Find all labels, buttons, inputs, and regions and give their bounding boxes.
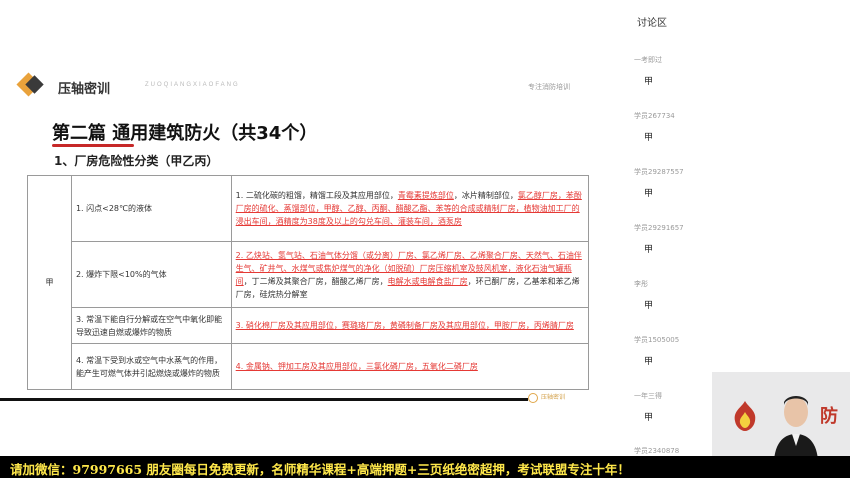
fire-risk-table: 甲 1. 闪点<28℃的液体 1. 二硫化碳的粗馏，精馏工段及其应用部位，青霉素… <box>27 175 590 390</box>
watermark-text: 压轴密训 <box>541 394 566 401</box>
example-text: 4. 金属钠、钾加工房及其应用部位，三氯化磷厂房，五氧化二磷厂房 <box>235 362 478 371</box>
grade-cell: 甲 <box>27 175 72 390</box>
message-text: 甲 <box>644 301 654 311</box>
example-text: 1. 二硫化碳的粗馏，精馏工段及其应用部位， <box>235 191 398 200</box>
title-underline <box>52 144 134 147</box>
message-text: 甲 <box>644 77 654 87</box>
message-user: 学员29287557 <box>634 168 684 176</box>
message-user: 学员29291657 <box>634 224 684 232</box>
example-text: ，冰片精制部位， <box>453 191 518 200</box>
message-user: 学员1505005 <box>634 336 680 344</box>
slide-title: 第二篇 通用建筑防火（共34个） <box>52 123 318 144</box>
webcam-feed: 防 <box>712 372 850 460</box>
promo-banner: 请加微信：97997665 朋友圈每日免费更新，名师精华课程+高端押题+三页纸绝… <box>0 456 850 478</box>
message-text: 甲 <box>644 357 654 367</box>
webcam-brand-text: 防 <box>820 406 838 427</box>
message-user: 李彤 <box>634 280 648 288</box>
message-user: 学员267734 <box>634 112 675 120</box>
promo-banner-text: 请加微信：97997665 朋友圈每日免费更新，名师精华课程+高端押题+三页纸绝… <box>10 462 630 477</box>
condition-cell: 3. 常温下能自行分解或在空气中氧化即能导致迅速自燃或爆炸的物质 <box>70 307 232 344</box>
example-text: ，丁二烯及其聚合厂房，醋酸乙烯厂房， <box>243 276 388 286</box>
examples-cell: 4. 金属钠、钾加工房及其应用部位，三氯化磷厂房，五氧化二磷厂房 <box>230 343 590 390</box>
discussion-title: 讨论区 <box>637 18 667 29</box>
table-row: 3. 常温下能自行分解或在空气中氧化即能导致迅速自燃或爆炸的物质 3. 硝化棉厂… <box>28 307 590 344</box>
lecture-slide: 压轴密训 ZUOQIANGXIAOFANG 专注消防培训 第二篇 通用建筑防火（… <box>0 0 610 440</box>
watermark-icon <box>528 392 538 403</box>
slide-top-note: 专注消防培训 <box>528 83 570 91</box>
examples-cell: 1. 二硫化碳的粗馏，精馏工段及其应用部位，青霉素提炼部位，冰片精制部位，氯乙醇… <box>230 175 590 242</box>
fire-logo-icon <box>734 401 756 431</box>
condition-cell: 2. 爆炸下限<10%的气体 <box>70 241 232 308</box>
message-user: 学员2340878 <box>634 447 680 455</box>
presenter-image <box>774 396 818 460</box>
table-row: 4. 常温下受到水或空气中水蒸气的作用，能产生可燃气体并引起燃烧或爆炸的物质 4… <box>28 343 590 390</box>
table-row: 2. 爆炸下限<10%的气体 2. 乙炔站、氢气站、石油气体分馏（或分离）厂房、… <box>28 241 590 308</box>
slide-watermark: 压轴密训 <box>528 392 588 408</box>
condition-cell: 4. 常温下受到水或空气中水蒸气的作用，能产生可燃气体并引起燃烧或爆炸的物质 <box>70 343 232 390</box>
brand-logo-icon <box>16 72 44 97</box>
example-text: 电解水或电解食盐厂房 <box>387 276 468 286</box>
message-text: 甲 <box>644 189 654 199</box>
condition-cell: 1. 闪点<28℃的液体 <box>70 175 232 242</box>
message-text: 甲 <box>644 245 654 255</box>
message-text: 甲 <box>644 133 654 143</box>
examples-cell: 3. 硝化棉厂房及其应用部位，赛璐珞厂房，黄磷制备厂房及其应用部位，甲胺厂房，丙… <box>230 307 590 344</box>
slide-subtitle: 1、厂房危险性分类（甲乙丙） <box>54 154 219 168</box>
message-text: 甲 <box>644 413 654 423</box>
message-user: 一年三得 <box>634 392 662 400</box>
examples-cell: 2. 乙炔站、氢气站、石油气体分馏（或分离）厂房、氯乙烯厂房、乙烯聚合厂房、天然… <box>230 241 590 308</box>
brand-name: 压轴密训 <box>58 82 111 97</box>
message-user: 一考即过 <box>634 56 662 64</box>
brand-subtitle: ZUOQIANGXIAOFANG <box>145 82 240 88</box>
example-text: 3. 硝化棉厂房及其应用部位，赛璐珞厂房，黄磷制备厂房及其应用部位，甲胺厂房，丙… <box>235 321 574 330</box>
slide-divider <box>0 398 528 401</box>
table-row: 甲 1. 闪点<28℃的液体 1. 二硫化碳的粗馏，精馏工段及其应用部位，青霉素… <box>27 175 590 390</box>
example-text: 青霉素提炼部位 <box>397 191 454 200</box>
